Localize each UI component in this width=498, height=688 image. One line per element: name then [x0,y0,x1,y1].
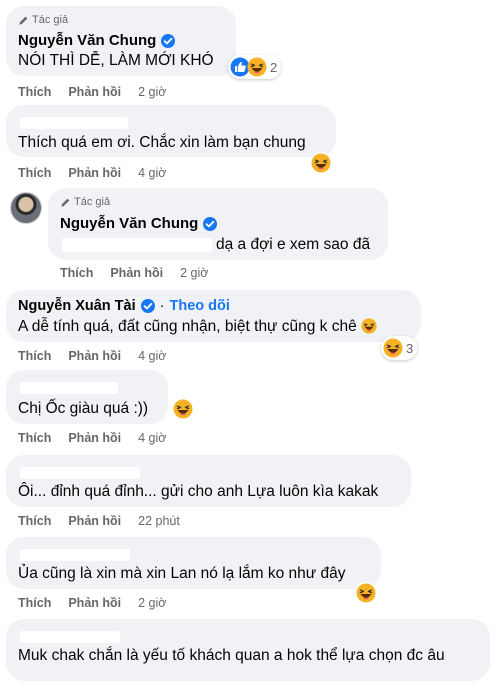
haha-reaction-icon[interactable] [310,152,332,174]
comment-text: A dễ tính quá, đất cũng nhận, biệt thự c… [18,318,377,336]
redacted-author-name [20,467,140,479]
comment-time[interactable]: 2 giờ [138,85,166,99]
author-badge: Tác giả [18,14,68,26]
comment-author-name[interactable]: Nguyễn Văn Chung [18,32,176,49]
reaction-summary[interactable]: 3 [381,336,418,360]
comment-time[interactable]: 22 phút [138,514,180,528]
reaction-count: 2 [270,59,278,75]
haha-reaction-icon [247,57,267,77]
comment-bubble: Nguyễn Xuân Tài · Theo dõi A dễ tính quá… [6,290,421,342]
pencil-icon [60,197,71,208]
verified-badge-icon [140,299,155,313]
reply-button[interactable]: Phản hồi [68,85,121,99]
comment-bubble: Tác giả Nguyễn Văn Chung dạ a đợi e xem … [48,188,388,260]
author-badge: Tác giả [60,196,110,208]
comment-time[interactable]: 2 giờ [138,596,166,610]
redacted-author-name [20,117,128,129]
redacted-author-name [20,631,120,643]
haha-reaction-icon[interactable] [172,398,194,420]
comment-time[interactable]: 4 giờ [138,166,166,180]
comment-bubble: Tác giả Nguyễn Văn Chung NÓI THÌ DỄ, LÀM… [6,6,236,76]
comment-actions: Thích Phản hồi 22 phút [18,514,180,528]
comment-actions: Thích Phản hồi 4 giờ [18,431,166,445]
follow-button[interactable]: Theo dõi [169,298,229,314]
comment-bubble: Thích quá em ơi. Chắc xin làm bạn chung [6,105,336,157]
comment-text: Ủa cũng là xin mà xin Lan nó lạ lắm ko n… [18,565,346,582]
redacted-mention [62,238,212,252]
comment-time[interactable]: 4 giờ [138,349,166,363]
comment-time[interactable]: 2 giờ [180,266,208,280]
verified-badge-icon [161,33,176,48]
reply-button[interactable]: Phản hồi [68,596,121,610]
reply-button[interactable]: Phản hồi [110,266,163,280]
rolling-laughing-icon [361,318,377,334]
reply-button[interactable]: Phản hồi [68,514,121,528]
comment-bubble: Muk chak chắn là yếu tố khách quan a hok… [6,619,490,681]
comment-text: Muk chak chắn là yếu tố khách quan a hok… [18,647,445,664]
comment-actions: Thích Phản hồi 4 giờ [18,349,166,363]
comment-author-name[interactable]: Nguyễn Văn Chung [60,215,218,232]
comment-author-name[interactable]: Nguyễn Xuân Tài · Theo dõi [18,298,230,314]
comment-text: Ôi... đỉnh quá đỉnh... gửi cho anh Lựa l… [18,483,379,500]
comment-actions: Thích Phản hồi 2 giờ [18,596,166,610]
comment-actions: Thích Phản hồi 2 giờ [18,85,166,99]
like-button[interactable]: Thích [18,349,51,363]
like-button[interactable]: Thích [18,514,51,528]
reply-button[interactable]: Phản hồi [68,166,121,180]
redacted-author-name [20,382,118,394]
reaction-count: 3 [406,340,414,356]
verified-badge-icon [203,216,218,231]
like-button[interactable]: Thích [60,266,93,280]
comment-text: Thích quá em ơi. Chắc xin làm bạn chung [18,134,306,151]
haha-reaction-icon [383,338,403,358]
comment-bubble: Chị Ốc giàu quá :)) [6,370,168,424]
comment-bubble: Ủa cũng là xin mà xin Lan nó lạ lắm ko n… [6,537,381,589]
avatar[interactable] [10,192,42,224]
comment-actions: Thích Phản hồi 2 giờ [60,266,208,280]
reply-button[interactable]: Phản hồi [68,431,121,445]
comment-text: Chị Ốc giàu quá :)) [18,400,149,417]
reaction-summary[interactable]: 2 [228,55,282,79]
like-button[interactable]: Thích [18,431,51,445]
comment-text: NÓI THÌ DỄ, LÀM MỚI KHÓ [18,52,214,69]
like-button[interactable]: Thích [18,596,51,610]
pencil-icon [18,15,29,26]
comment-actions: Thích Phản hồi 4 giờ [18,166,166,180]
comment-text: dạ a đợi e xem sao đã [216,236,371,253]
haha-reaction-icon[interactable] [355,582,377,604]
comment-bubble: Ôi... đỉnh quá đỉnh... gửi cho anh Lựa l… [6,455,411,507]
comment-time[interactable]: 4 giờ [138,431,166,445]
like-button[interactable]: Thích [18,85,51,99]
redacted-author-name [20,549,130,561]
reply-button[interactable]: Phản hồi [68,349,121,363]
like-button[interactable]: Thích [18,166,51,180]
